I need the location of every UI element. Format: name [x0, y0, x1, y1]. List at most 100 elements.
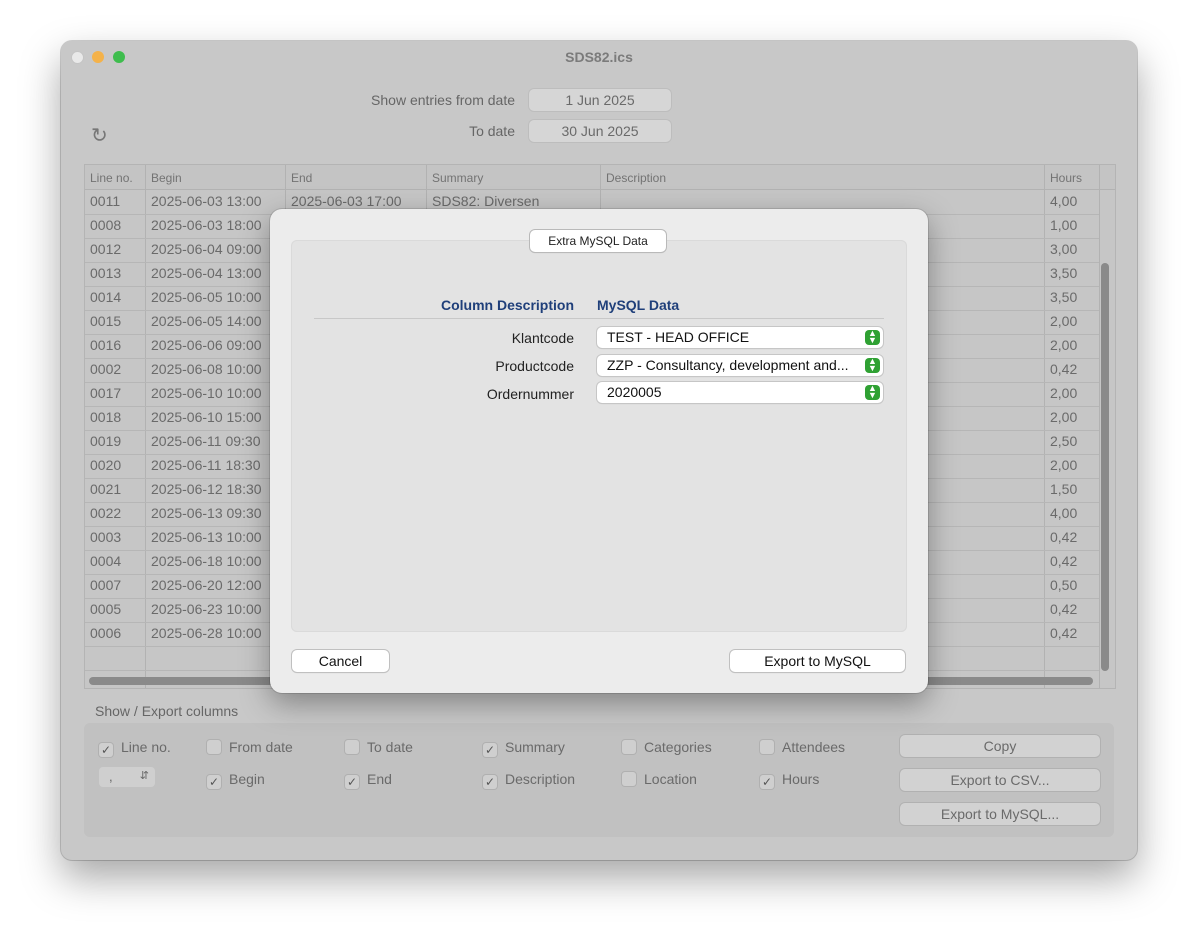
- chevron-updown-icon: ⇵: [139, 770, 149, 782]
- klantcode-popup[interactable]: TEST - HEAD OFFICE ▲ ▼: [597, 327, 883, 348]
- mysql-data-header: MySQL Data: [597, 297, 680, 313]
- cell-begin: 2025-06-23 10:00: [151, 601, 262, 617]
- dialog-content-box: Column Description MySQL Data Klantcode …: [291, 240, 907, 632]
- ordernummer-label: Ordernummer: [486, 386, 574, 402]
- checkbox-box[interactable]: ✓: [345, 775, 359, 789]
- checkbox-box[interactable]: ✓: [483, 775, 497, 789]
- productcode-popup[interactable]: ZZP - Consultancy, development and... ▲ ▼: [597, 355, 883, 376]
- cell-line: 0011: [90, 193, 121, 209]
- cell-begin: 2025-06-04 13:00: [151, 265, 262, 281]
- cell-line: 0018: [90, 409, 122, 425]
- export-mysql-button[interactable]: Export to MySQL...: [900, 803, 1100, 825]
- cell-begin: 2025-06-10 15:00: [151, 409, 262, 425]
- checkbox-box[interactable]: [207, 740, 221, 754]
- cell-hours: 3,00: [1050, 241, 1078, 257]
- checkbox-begin[interactable]: ✓ Begin: [207, 770, 265, 789]
- cell-hours: 0,50: [1050, 577, 1078, 593]
- cell-line: 0007: [90, 577, 122, 593]
- checkbox-box[interactable]: [760, 740, 774, 754]
- cell-line: 0008: [90, 217, 122, 233]
- cell-begin: 2025-06-08 10:00: [151, 361, 262, 377]
- cell-line: 0016: [90, 337, 122, 353]
- checkbox-summary[interactable]: ✓ Summary: [483, 738, 565, 757]
- klantcode-label: Klantcode: [511, 330, 574, 346]
- cell-begin: 2025-06-11 09:30: [151, 433, 261, 449]
- separator-value: ,: [109, 769, 113, 784]
- checkbox-end[interactable]: ✓ End: [345, 770, 392, 789]
- checkbox-box[interactable]: ✓: [207, 775, 221, 789]
- cell-hours: 2,00: [1050, 457, 1078, 473]
- cell-hours: 4,00: [1050, 505, 1078, 521]
- export-csv-button[interactable]: Export to CSV...: [900, 769, 1100, 791]
- cell-hours: 1,50: [1050, 481, 1078, 497]
- cell-hours: 2,00: [1050, 385, 1078, 401]
- cell-hours: 0,42: [1050, 529, 1078, 545]
- copy-button[interactable]: Copy: [900, 735, 1100, 757]
- checkbox-box[interactable]: [345, 740, 359, 754]
- checkbox-box[interactable]: [622, 740, 636, 754]
- cell-begin: 2025-06-06 09:00: [151, 337, 262, 353]
- productcode-label: Productcode: [495, 358, 574, 374]
- export-columns-label: Show / Export columns: [95, 703, 239, 719]
- header-end[interactable]: End: [291, 171, 312, 185]
- header-summary[interactable]: Summary: [432, 171, 483, 185]
- cell-summary: SDS82: Diversen: [432, 193, 540, 209]
- extra-mysql-data-tab[interactable]: Extra MySQL Data: [530, 230, 666, 252]
- refresh-icon[interactable]: ↻: [91, 123, 108, 148]
- to-date-label: To date: [469, 123, 515, 139]
- mysql-export-dialog: Column Description MySQL Data Klantcode …: [270, 209, 928, 693]
- from-date-field[interactable]: 1 Jun 2025: [529, 89, 671, 111]
- cell-line: 0022: [90, 505, 122, 521]
- cell-line: 0019: [90, 433, 122, 449]
- cell-begin: 2025-06-05 14:00: [151, 313, 262, 329]
- cell-begin: 2025-06-05 10:00: [151, 289, 262, 305]
- checkbox-to-date[interactable]: To date: [345, 738, 413, 756]
- chevron-updown-icon: ▲ ▼: [865, 357, 880, 373]
- cell-end: 2025-06-03 17:00: [291, 193, 402, 209]
- cell-line: 0021: [90, 481, 122, 497]
- checkbox-box[interactable]: ✓: [99, 743, 113, 757]
- to-date-field[interactable]: 30 Jun 2025: [529, 120, 671, 142]
- cell-begin: 2025-06-28 10:00: [151, 625, 262, 641]
- chevron-updown-icon: ▲ ▼: [865, 329, 880, 345]
- cell-begin: 2025-06-12 18:30: [151, 481, 262, 497]
- cell-line: 0017: [90, 385, 122, 401]
- checkbox-location[interactable]: Location: [622, 770, 697, 788]
- header-description[interactable]: Description: [606, 171, 666, 185]
- cell-hours: 1,00: [1050, 217, 1078, 233]
- checkbox-hours[interactable]: ✓ Hours: [760, 770, 819, 789]
- cell-line: 0006: [90, 625, 122, 641]
- cell-hours: 3,50: [1050, 265, 1078, 281]
- checkbox-box[interactable]: ✓: [760, 775, 774, 789]
- cell-begin: 2025-06-10 10:00: [151, 385, 262, 401]
- cell-begin: 2025-06-13 10:00: [151, 529, 262, 545]
- cell-begin: 2025-06-11 18:30: [151, 457, 261, 473]
- chevron-updown-icon: ▲ ▼: [865, 384, 880, 400]
- cell-line: 0003: [90, 529, 122, 545]
- cell-begin: 2025-06-18 10:00: [151, 553, 262, 569]
- window-title: SDS82.ics: [565, 49, 633, 65]
- checkbox-line-no[interactable]: ✓ Line no.: [99, 738, 171, 757]
- ordernummer-popup[interactable]: 2020005 ▲ ▼: [597, 382, 883, 403]
- column-description-header: Column Description: [440, 297, 574, 313]
- separator-select[interactable]: , ⇵: [99, 767, 155, 787]
- checkbox-from-date[interactable]: From date: [207, 738, 293, 756]
- vertical-scrollbar[interactable]: [1101, 263, 1109, 671]
- cancel-button[interactable]: Cancel: [292, 650, 389, 672]
- checkbox-box[interactable]: [622, 772, 636, 786]
- checkbox-box[interactable]: ✓: [483, 743, 497, 757]
- cell-hours: 4,00: [1050, 193, 1078, 209]
- cell-hours: 0,42: [1050, 601, 1078, 617]
- cell-begin: 2025-06-04 09:00: [151, 241, 262, 257]
- header-hours[interactable]: Hours: [1050, 171, 1082, 185]
- cell-begin: 2025-06-13 09:30: [151, 505, 262, 521]
- cell-hours: 2,00: [1050, 337, 1078, 353]
- checkbox-attendees[interactable]: Attendees: [760, 738, 845, 756]
- header-line-no[interactable]: Line no.: [90, 171, 133, 185]
- cell-begin: 2025-06-03 13:00: [151, 193, 262, 209]
- checkbox-description[interactable]: ✓ Description: [483, 770, 575, 789]
- header-begin[interactable]: Begin: [151, 171, 182, 185]
- cell-hours: 0,42: [1050, 625, 1078, 641]
- export-to-mysql-button[interactable]: Export to MySQL: [730, 650, 905, 672]
- checkbox-categories[interactable]: Categories: [622, 738, 712, 756]
